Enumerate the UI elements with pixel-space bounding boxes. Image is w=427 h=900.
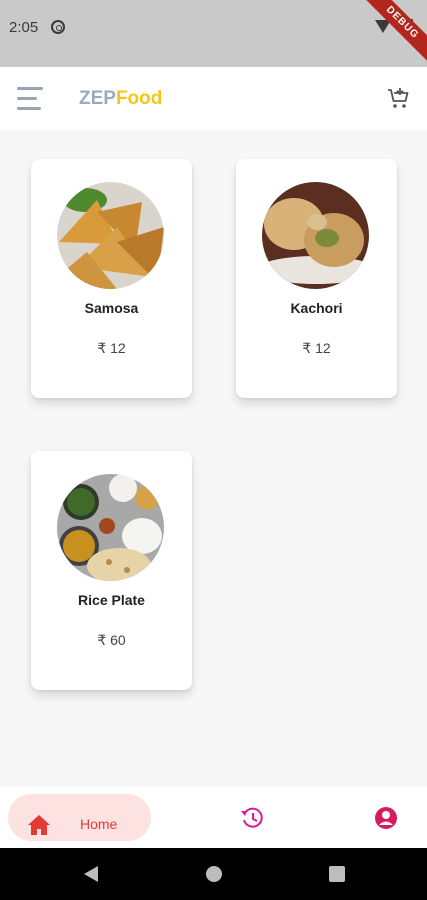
app-title-part2: Food	[115, 88, 163, 109]
food-name: Samosa	[84, 300, 139, 316]
food-card[interactable]: Samosa ₹ 12	[31, 159, 192, 398]
food-price: ₹ 60	[97, 632, 126, 648]
nav-home[interactable]: Home	[8, 794, 151, 841]
app-bar: ZEPFood	[0, 67, 427, 130]
food-price: ₹ 12	[97, 340, 126, 356]
food-grid: Samosa ₹ 12 Kachori ₹ 12 Rice Plate ₹ 60	[0, 130, 427, 787]
profile-icon[interactable]	[374, 806, 398, 830]
app-title: ZEPFood	[79, 88, 162, 110]
status-time: 2:05	[9, 19, 39, 36]
food-card[interactable]: Kachori ₹ 12	[236, 159, 397, 398]
bottom-nav: Home	[0, 787, 427, 848]
rice-plate-image	[57, 474, 164, 581]
menu-icon[interactable]	[17, 87, 45, 111]
nav-home-label: Home	[80, 816, 118, 832]
debug-banner: DEBUG	[356, 0, 427, 69]
history-icon[interactable]	[240, 806, 264, 830]
back-icon[interactable]	[84, 866, 98, 882]
notification-icon	[51, 20, 65, 34]
food-card[interactable]: Rice Plate ₹ 60	[31, 451, 192, 690]
home-icon	[28, 815, 50, 835]
samosa-image	[57, 182, 164, 289]
food-name: Kachori	[290, 300, 343, 316]
home-circle-icon[interactable]	[206, 866, 222, 882]
add-to-cart-icon[interactable]	[387, 87, 411, 111]
system-nav-bar	[0, 848, 427, 900]
food-name: Rice Plate	[78, 592, 145, 608]
kachori-image	[262, 182, 369, 289]
recent-apps-icon[interactable]	[329, 866, 345, 882]
food-price: ₹ 12	[302, 340, 331, 356]
status-bar: 2:05 DEBUG	[0, 0, 427, 69]
app-title-part1: ZEP	[79, 88, 116, 109]
